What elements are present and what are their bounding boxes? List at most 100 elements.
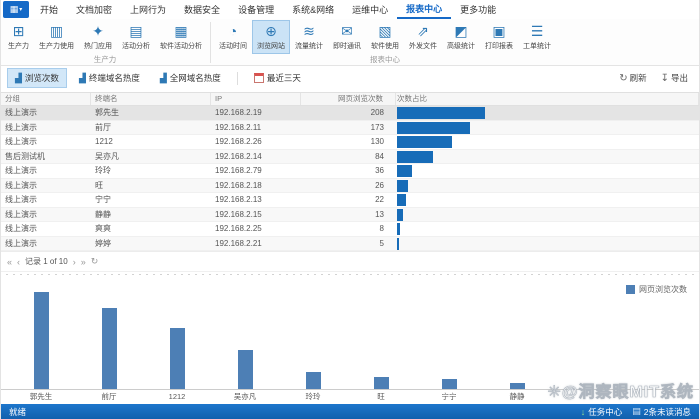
table-row[interactable]: 售后测试机 吴亦凡 192.168.2.14 84 xyxy=(1,150,699,165)
menu-tab[interactable]: 文档加密 xyxy=(67,0,121,19)
ribbon-button[interactable]: ✉ 即时通讯 xyxy=(328,20,366,54)
refresh-icon: ↻ xyxy=(619,73,627,84)
table-row[interactable]: 线上演示 玲玲 192.168.2.79 36 xyxy=(1,164,699,179)
ribbon-button[interactable]: ▧ 软件使用 xyxy=(366,20,404,54)
chart-bar-slot xyxy=(75,308,143,389)
cell-ratio xyxy=(396,237,699,251)
cell-group: 线上演示 xyxy=(1,164,91,178)
table-row[interactable]: 线上演示 旺 192.168.2.18 26 xyxy=(1,179,699,194)
last-page-icon[interactable]: » xyxy=(81,257,86,267)
mini-chart-icon: ▟ xyxy=(79,73,86,84)
ribbon-button[interactable]: ◩ 高级统计 xyxy=(442,20,480,54)
cell-group: 线上演示 xyxy=(1,179,91,193)
cell-ratio xyxy=(396,150,699,164)
export-button[interactable]: ↧ 导出 xyxy=(656,70,693,86)
table-row[interactable]: 线上演示 宁宁 192.168.2.13 22 xyxy=(1,193,699,208)
ribbon-button[interactable]: ◔ 活动时间 xyxy=(214,20,252,54)
column-header[interactable]: 分组 xyxy=(1,93,91,105)
menu-tab[interactable]: 上网行为 xyxy=(121,0,175,19)
cell-ratio xyxy=(396,208,699,222)
ribbon-button[interactable]: ▤ 活动分析 xyxy=(117,20,155,54)
chart-bar-slot xyxy=(211,350,279,389)
cell-group: 线上演示 xyxy=(1,121,91,135)
traffic-stats-icon: ≋ xyxy=(303,23,315,40)
chart-bar-slot xyxy=(279,372,347,389)
unread-messages-label: 2条未读消息 xyxy=(644,406,691,418)
ribbon-button[interactable]: ⊕ 浏览网站 xyxy=(252,20,290,54)
ribbon-button-label: 浏览网站 xyxy=(257,41,285,51)
refresh-button[interactable]: ↻ 刷新 xyxy=(614,70,651,86)
chart-bar xyxy=(170,328,185,389)
cell-terminal-name: 静静 xyxy=(91,208,211,222)
table-row[interactable]: 线上演示 婷婷 192.168.2.21 5 xyxy=(1,237,699,252)
record-counter: 记录 1 of 10 xyxy=(25,256,68,267)
chart-x-axis: 郭先生前厅1212吴亦凡玲玲旺宁宁静静 xyxy=(1,390,699,404)
table-row[interactable]: 线上演示 静静 192.168.2.15 13 xyxy=(1,208,699,223)
first-page-icon[interactable]: « xyxy=(7,257,12,267)
chart-bar-slot xyxy=(483,383,551,389)
ribbon-button[interactable]: ▣ 打印报表 xyxy=(480,20,518,54)
menu-tab[interactable]: 开始 xyxy=(31,0,67,19)
chevron-down-icon: ▾ xyxy=(19,6,22,13)
table-row[interactable]: 线上演示 郭先生 192.168.2.19 208 xyxy=(1,106,699,121)
status-bar: 就绪 ↓ 任务中心 ▤ 2条未读消息 xyxy=(1,404,699,419)
task-center-label: 任务中心 xyxy=(588,406,622,418)
cell-group: 线上演示 xyxy=(1,193,91,207)
menu-bar: ▦ ▾ 开始文档加密上网行为数据安全设备管理系统&网络运维中心报表中心更多功能 xyxy=(1,0,699,19)
menu-tab[interactable]: 更多功能 xyxy=(451,0,505,19)
chart-x-label: 旺 xyxy=(347,390,415,404)
menu-tab[interactable]: 报表中心 xyxy=(397,0,451,19)
ribbon-button-label: 热门应用 xyxy=(84,41,112,51)
view-tab-button[interactable]: ▟ 终端域名热度 xyxy=(71,68,148,88)
menu-tab[interactable]: 运维中心 xyxy=(343,0,397,19)
chart-bar xyxy=(238,350,253,389)
ribbon-button[interactable]: ☰ 工单统计 xyxy=(518,20,556,54)
ribbon-button[interactable]: ✦ 热门应用 xyxy=(79,20,117,54)
task-center-button[interactable]: ↓ 任务中心 xyxy=(581,406,623,418)
table-row[interactable]: 线上演示 前厅 192.168.2.11 173 xyxy=(1,121,699,136)
view-tab-label: 全网域名热度 xyxy=(170,72,221,84)
next-page-icon[interactable]: › xyxy=(73,257,76,267)
view-tab-button[interactable]: ▟ 浏览次数 xyxy=(7,68,67,88)
view-tab-button[interactable]: ▟ 全网域名热度 xyxy=(152,68,229,88)
column-header[interactable]: 终端名 xyxy=(91,93,211,105)
cell-terminal-name: 前厅 xyxy=(91,121,211,135)
menu-tab[interactable]: 系统&网络 xyxy=(283,0,343,19)
ribbon-button[interactable]: ▦ 软件活动分析 xyxy=(155,20,207,54)
ribbon-button[interactable]: ⇗ 外发文件 xyxy=(404,20,442,54)
table-row[interactable]: 线上演示 爽爽 192.168.2.25 8 xyxy=(1,222,699,237)
column-header[interactable]: 网页浏览次数 xyxy=(301,93,396,105)
ribbon-button[interactable]: ▥ 生产力使用 xyxy=(34,20,79,54)
productivity-icon: ⊞ xyxy=(13,23,25,40)
table-row[interactable]: 线上演示 1212 192.168.2.26 130 xyxy=(1,135,699,150)
printer-icon: ▣ xyxy=(492,23,505,40)
chart-x-label: 玲玲 xyxy=(279,390,347,404)
ribbon-button-label: 打印报表 xyxy=(485,41,513,51)
advanced-stats-icon: ◩ xyxy=(454,23,467,40)
cell-count: 36 xyxy=(301,164,396,178)
app-window: ▦ ▾ 开始文档加密上网行为数据安全设备管理系统&网络运维中心报表中心更多功能 … xyxy=(0,0,700,419)
cell-group: 线上演示 xyxy=(1,208,91,222)
menu-tab[interactable]: 数据安全 xyxy=(175,0,229,19)
column-header[interactable]: 次数占比 xyxy=(396,93,699,105)
pagination-bar: « ‹ 记录 1 of 10 › » ↻ xyxy=(1,251,699,271)
cell-terminal-name: 旺 xyxy=(91,179,211,193)
app-menu-button[interactable]: ▦ ▾ xyxy=(3,1,29,18)
ribbon-button-label: 软件活动分析 xyxy=(160,41,202,51)
reload-icon[interactable]: ↻ xyxy=(91,256,99,267)
column-header[interactable]: IP xyxy=(211,93,301,105)
work-order-icon: ☰ xyxy=(531,23,544,40)
menu-tab[interactable]: 设备管理 xyxy=(229,0,283,19)
ribbon-button[interactable]: ⊞ 生产力 xyxy=(3,20,34,54)
chart-bar xyxy=(102,308,117,389)
chart-bar-slot xyxy=(415,379,483,389)
date-range-button[interactable]: 最近三天 xyxy=(246,68,309,88)
cell-ip: 192.168.2.25 xyxy=(211,222,301,236)
ratio-bar xyxy=(397,165,412,177)
browse-count-chart: 网页浏览次数 郭先生前厅1212吴亦凡玲玲旺宁宁静静 xyxy=(1,277,699,404)
cell-ip: 192.168.2.79 xyxy=(211,164,301,178)
unread-messages-button[interactable]: ▤ 2条未读消息 xyxy=(632,406,691,418)
prev-page-icon[interactable]: ‹ xyxy=(17,257,20,267)
ribbon-button-label: 活动分析 xyxy=(122,41,150,51)
ribbon-button[interactable]: ≋ 流量统计 xyxy=(290,20,328,54)
